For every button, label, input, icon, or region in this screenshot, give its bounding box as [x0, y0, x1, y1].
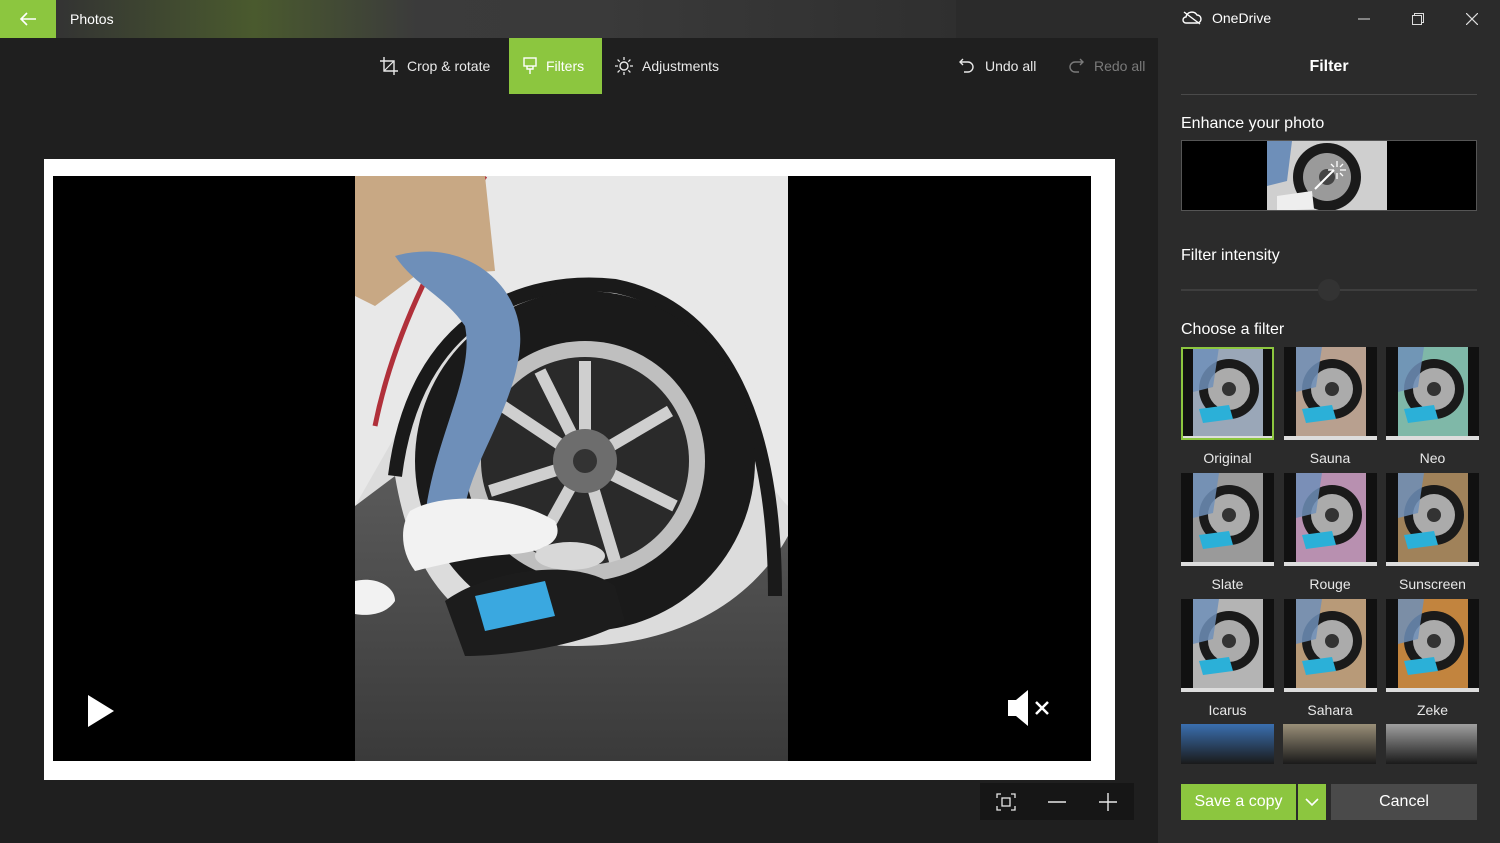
- back-arrow-icon: [19, 12, 36, 26]
- filters-label: Filters: [546, 58, 585, 74]
- adjustments-tab[interactable]: Adjustments: [615, 38, 719, 94]
- filter-thumbnail: [1386, 347, 1479, 440]
- crop-icon: [380, 57, 398, 75]
- back-button[interactable]: [0, 0, 56, 38]
- undo-all-label: Undo all: [985, 58, 1037, 74]
- intensity-slider-thumb[interactable]: [1318, 279, 1340, 301]
- title-bar-gradient: [56, 0, 956, 38]
- filter-brush-icon: [523, 57, 537, 74]
- onedrive-status[interactable]: OneDrive: [1182, 10, 1271, 26]
- chevron-down-icon: [1305, 798, 1319, 806]
- title-bar: [0, 0, 1500, 38]
- restore-button[interactable]: [1392, 0, 1444, 38]
- filter-thumbnail: [1283, 599, 1377, 692]
- filter-tile-zeke[interactable]: Zeke: [1386, 599, 1479, 718]
- filter-thumbnail[interactable]: [1283, 724, 1376, 764]
- filter-tile-rouge[interactable]: Rouge: [1283, 473, 1377, 592]
- filter-label: Neo: [1419, 450, 1446, 466]
- filter-tile-sahara[interactable]: Sahara: [1283, 599, 1377, 718]
- restore-icon: [1412, 13, 1424, 25]
- filter-label: Sunscreen: [1399, 576, 1466, 592]
- sun-icon: [615, 57, 633, 75]
- filter-label: Sahara: [1307, 702, 1353, 718]
- filter-thumbnail: [1181, 599, 1274, 692]
- filter-thumbnail: [1181, 347, 1274, 440]
- filter-thumbnail[interactable]: [1181, 724, 1274, 764]
- save-copy-button[interactable]: Save a copy: [1181, 784, 1296, 820]
- filter-thumbnail: [1181, 473, 1274, 566]
- filter-thumbnail: [1386, 473, 1479, 566]
- filter-thumbnail: [1386, 599, 1479, 692]
- filter-intensity-label: Filter intensity: [1181, 247, 1280, 264]
- filter-tile-original[interactable]: Original: [1181, 347, 1274, 466]
- cancel-button[interactable]: Cancel: [1331, 784, 1477, 820]
- crop-rotate-label: Crop & rotate: [407, 58, 491, 74]
- fit-to-screen-icon[interactable]: [996, 792, 1016, 811]
- zoom-controls: [980, 783, 1134, 820]
- close-button[interactable]: [1446, 0, 1498, 38]
- undo-icon: [959, 58, 974, 73]
- muted-speaker-icon: [1008, 690, 1049, 726]
- crop-rotate-button[interactable]: Crop & rotate: [380, 38, 490, 94]
- enhance-photo-button[interactable]: [1181, 140, 1477, 211]
- adjustments-label: Adjustments: [642, 58, 720, 74]
- zoom-out-icon[interactable]: [1047, 793, 1067, 811]
- panel-title: Filter: [1309, 58, 1349, 75]
- minimize-icon: [1358, 18, 1370, 20]
- filter-tile-slate[interactable]: Slate: [1181, 473, 1274, 592]
- filter-thumbnail: [1283, 473, 1377, 566]
- filter-label: Icarus: [1208, 702, 1247, 718]
- filter-tile-sauna[interactable]: Sauna: [1283, 347, 1377, 466]
- onedrive-label: OneDrive: [1212, 10, 1272, 26]
- filter-tile-neo[interactable]: Neo: [1386, 347, 1479, 466]
- play-icon: [88, 695, 114, 727]
- enhance-label: Enhance your photo: [1181, 115, 1325, 132]
- filter-label: Rouge: [1309, 576, 1351, 592]
- filter-tile-sunscreen[interactable]: Sunscreen: [1386, 473, 1479, 592]
- redo-all-label: Redo all: [1094, 58, 1146, 74]
- panel-divider: [1181, 94, 1477, 95]
- filter-label: Sauna: [1309, 450, 1351, 466]
- close-icon: [1466, 13, 1478, 25]
- filter-label: Zeke: [1416, 702, 1449, 718]
- video-frame-image: [355, 176, 788, 761]
- video-frame: [355, 176, 788, 761]
- redo-icon: [1069, 58, 1084, 73]
- play-button[interactable]: [86, 694, 116, 733]
- minimize-button[interactable]: [1338, 0, 1390, 38]
- undo-all-button[interactable]: Undo all: [958, 38, 1036, 94]
- save-options-dropdown[interactable]: [1298, 784, 1326, 820]
- enhance-preview: [1182, 141, 1476, 210]
- filter-thumbnail[interactable]: [1386, 724, 1477, 764]
- filter-label: Original: [1203, 450, 1252, 466]
- filter-label: Slate: [1211, 576, 1244, 592]
- filters-tab[interactable]: Filters: [509, 38, 602, 94]
- redo-all-button[interactable]: Redo all: [1067, 38, 1145, 94]
- filter-tile-icarus[interactable]: Icarus: [1181, 599, 1274, 718]
- choose-filter-label: Choose a filter: [1181, 321, 1285, 338]
- zoom-in-icon[interactable]: [1098, 792, 1118, 811]
- filter-thumbnail: [1283, 347, 1377, 440]
- app-title: Photos: [70, 11, 114, 27]
- onedrive-off-icon: [1182, 11, 1202, 25]
- mute-button[interactable]: [1006, 688, 1052, 733]
- filter-grid-overflow-row: [1181, 724, 1477, 764]
